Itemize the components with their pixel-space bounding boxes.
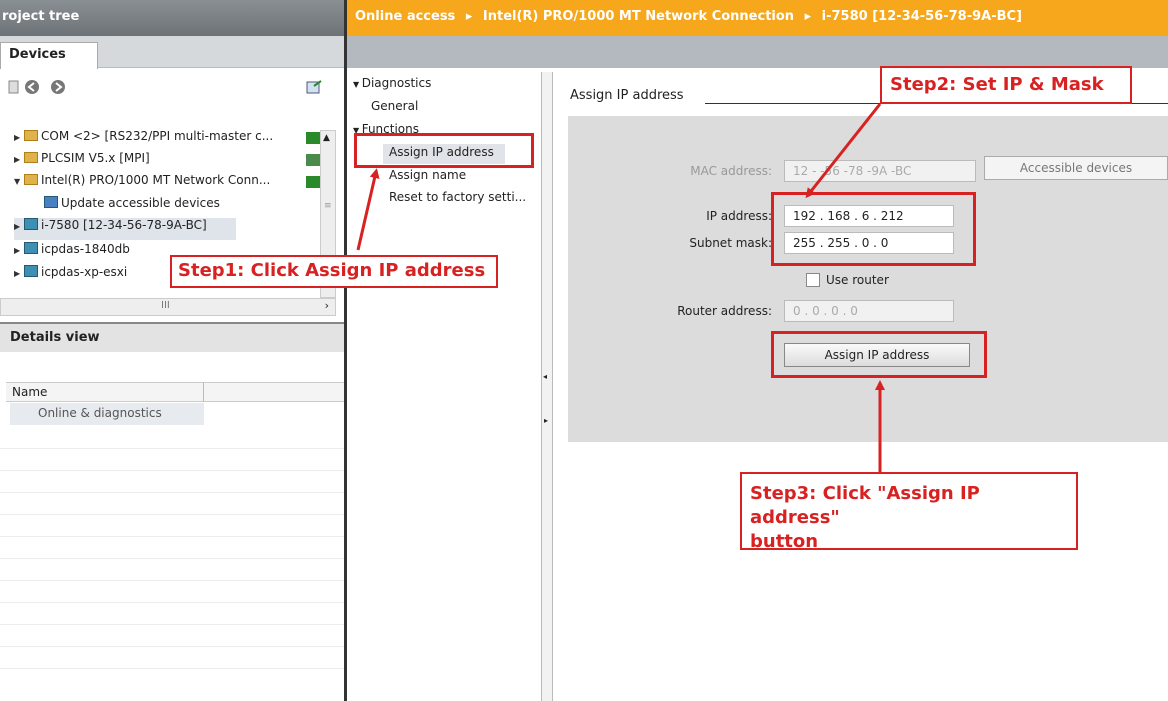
- collapse-icon[interactable]: ▼: [353, 126, 362, 135]
- details-view-header[interactable]: Details view: [0, 322, 344, 352]
- project-tree-header: roject tree: [0, 0, 344, 36]
- section-title: Assign IP address: [570, 88, 684, 103]
- grid-line: [0, 470, 344, 471]
- expand-right-icon[interactable]: ▸: [544, 416, 548, 425]
- device-icon: [24, 218, 38, 230]
- network-connected-icon: [306, 176, 320, 188]
- new-item-icon[interactable]: [6, 79, 22, 95]
- device-icon: [24, 265, 38, 277]
- folder-icon: [24, 174, 38, 185]
- nav-splitter[interactable]: ◂ ▸: [541, 72, 553, 701]
- device-icon: [24, 242, 38, 254]
- ip-label: IP address:: [706, 209, 772, 223]
- function-nav: ▼ Diagnostics General ▼ Functions Assign…: [347, 68, 542, 701]
- expand-icon[interactable]: ▶: [14, 133, 24, 142]
- grid-line: [0, 448, 344, 449]
- breadcrumb-item[interactable]: i-7580 [12-34-56-78-9A-BC]: [822, 9, 1022, 24]
- subnet-mask-field[interactable]: 255 . 255 . 0 . 0: [784, 232, 954, 254]
- tree-item-intel-nic[interactable]: ▼ Intel(R) PRO/1000 MT Network Conn...: [0, 173, 322, 195]
- assign-ip-button[interactable]: Assign IP address: [784, 343, 970, 367]
- ip-address-field[interactable]: 192 . 168 . 6 . 212: [784, 205, 954, 227]
- forward-icon[interactable]: [50, 79, 66, 95]
- collapse-icon[interactable]: ▼: [14, 177, 24, 186]
- mac-label: MAC address:: [690, 164, 772, 178]
- expand-icon[interactable]: ▶: [14, 222, 24, 231]
- collapse-left-icon[interactable]: ◂: [543, 372, 547, 381]
- expand-icon[interactable]: ▶: [14, 155, 24, 164]
- grid-line: [0, 646, 344, 647]
- accessible-devices-button[interactable]: Accessible devices: [984, 156, 1168, 180]
- callout-step2: Step2: Set IP & Mask: [880, 66, 1132, 104]
- expand-icon[interactable]: ▶: [14, 269, 24, 278]
- nav-assign-ip[interactable]: Assign IP address: [383, 144, 505, 164]
- tab-devices[interactable]: Devices: [0, 42, 98, 69]
- export-icon[interactable]: [306, 79, 322, 95]
- tree-toolbar: [0, 69, 344, 105]
- grid-line: [0, 580, 344, 581]
- use-router-label: Use router: [826, 273, 889, 287]
- grid-line: [0, 668, 344, 669]
- grid-line: [0, 536, 344, 537]
- tree-item-plcsim[interactable]: ▶ PLCSIM V5.x [MPI]: [0, 151, 322, 173]
- grid-line: [0, 514, 344, 515]
- callout-step3-line1: Step3: Click "Assign IP address": [750, 483, 980, 528]
- chevron-right-icon: ▸: [465, 9, 473, 24]
- column-separator[interactable]: [203, 382, 204, 402]
- router-label: Router address:: [677, 304, 772, 318]
- project-tree-title: roject tree: [2, 9, 80, 24]
- tree-item-i7580[interactable]: ▶ i-7580 [12-34-56-78-9A-BC]: [14, 218, 236, 240]
- mac-field: 12 - -56 -78 -9A -BC: [784, 160, 976, 182]
- expand-icon[interactable]: ▶: [14, 246, 24, 255]
- nav-reset-factory[interactable]: Reset to factory setti...: [389, 190, 526, 204]
- grid-line: [0, 558, 344, 559]
- nav-diagnostics[interactable]: ▼ Diagnostics: [353, 76, 431, 90]
- tree-item-com[interactable]: ▶ COM <2> [RS232/PPI multi-master c...: [0, 129, 322, 151]
- column-header-name[interactable]: Name: [6, 382, 344, 402]
- grid-line: [0, 624, 344, 625]
- collapse-icon[interactable]: ▼: [353, 80, 362, 89]
- network-status-icon: [306, 132, 320, 144]
- nav-general[interactable]: General: [371, 99, 418, 113]
- details-row[interactable]: Online & diagnostics: [10, 403, 204, 425]
- breadcrumb: Online access ▸ Intel(R) PRO/1000 MT Net…: [347, 0, 1168, 36]
- grid-line: [0, 492, 344, 493]
- network-status-icon: [306, 154, 320, 166]
- scroll-up-icon[interactable]: ▲: [323, 133, 330, 143]
- grid-line: [0, 602, 344, 603]
- callout-step1: Step1: Click Assign IP address: [170, 255, 498, 288]
- scroll-thumb[interactable]: III: [161, 300, 170, 311]
- router-address-field: 0 . 0 . 0 . 0: [784, 300, 954, 322]
- folder-icon: [24, 152, 38, 163]
- callout-step3: Step3: Click "Assign IP address" button: [740, 472, 1078, 552]
- scroll-grip-icon[interactable]: ≡: [324, 201, 332, 211]
- scroll-right-icon[interactable]: ›: [325, 299, 329, 312]
- callout-step3-line2: button: [750, 531, 819, 552]
- breadcrumb-item[interactable]: Intel(R) PRO/1000 MT Network Connection: [483, 9, 794, 24]
- use-router-checkbox[interactable]: [806, 273, 820, 287]
- mask-label: Subnet mask:: [689, 236, 772, 250]
- nav-assign-name[interactable]: Assign name: [389, 168, 466, 182]
- breadcrumb-item[interactable]: Online access: [355, 9, 455, 24]
- nav-functions[interactable]: ▼ Functions: [353, 122, 419, 136]
- tree-horizontal-scrollbar[interactable]: III ›: [0, 298, 336, 316]
- chevron-right-icon: ▸: [804, 9, 812, 24]
- folder-icon: [24, 130, 38, 141]
- back-icon[interactable]: [24, 79, 40, 95]
- toolbar-strip: [347, 36, 1168, 68]
- tree-item-update-devices[interactable]: Update accessible devices: [0, 196, 322, 218]
- update-devices-icon: [44, 196, 58, 208]
